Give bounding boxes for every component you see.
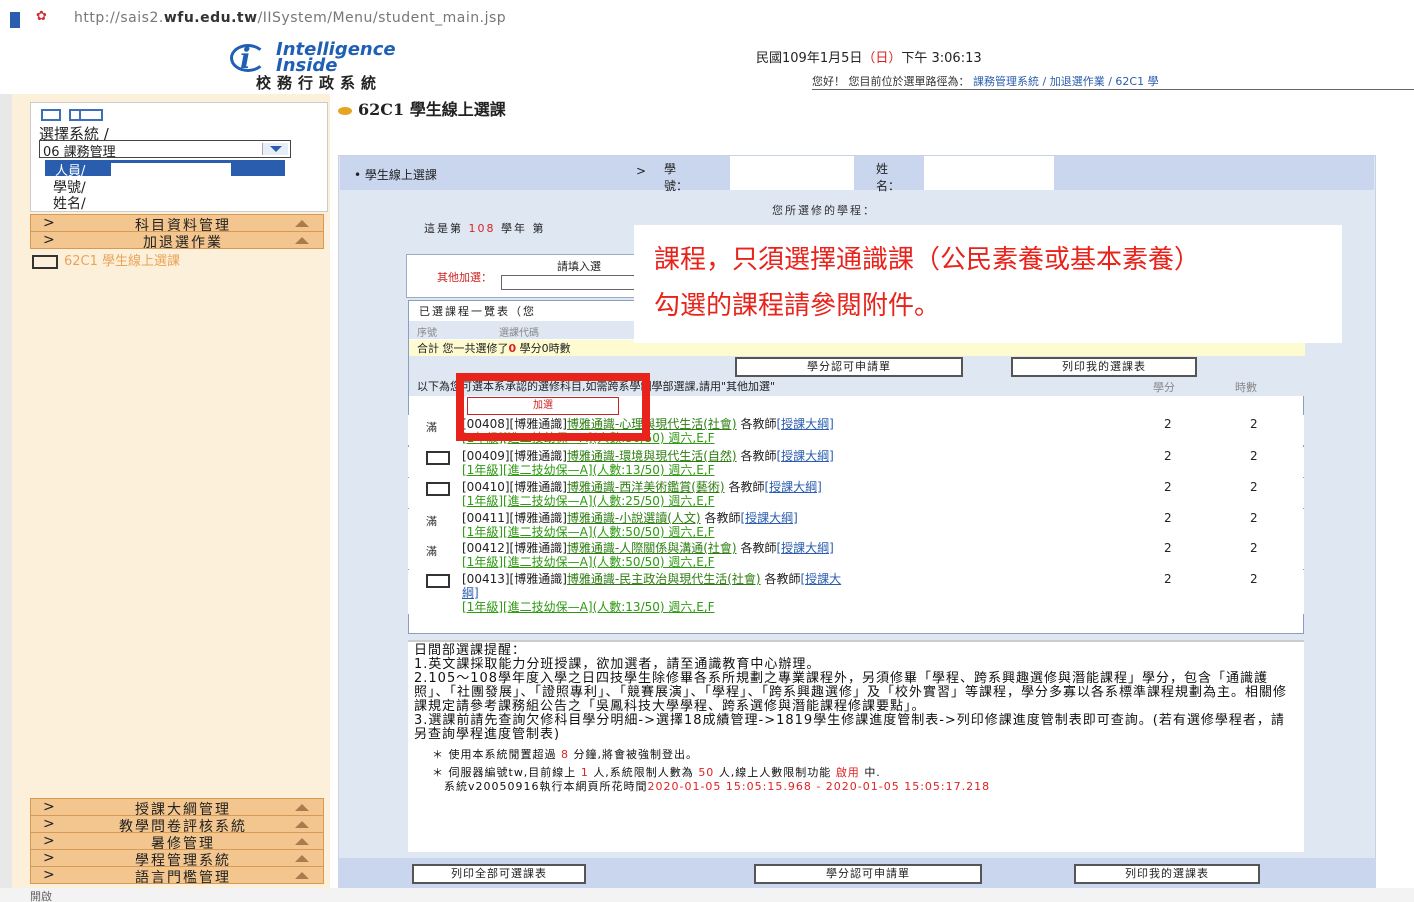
course-detail: [1年級][進二技幼保—A](人數:25/50) 週六,E,F [462,494,715,508]
course-checkbox[interactable] [426,574,450,588]
selected-list-header: 已選課程一覽表（您 [419,305,536,318]
print-mine-button[interactable]: 列印我的選課表 [1074,864,1260,884]
collapse-icon [295,838,309,845]
menu-language[interactable]: > 語言門檻管理 [30,866,324,886]
note-item: 2.105～108學年度入學之日四技學生除修畢各系所規劃之專業課程外，另須修畢「… [414,671,1288,714]
menu-course-data[interactable]: > 科目資料管理 [30,214,324,234]
collapse-icon [295,855,309,862]
credit-apply-button[interactable]: 學分認可申請單 [754,864,982,884]
timing-note: 系統v20050916執行本網頁所花時間2020-01-05 15:05:15.… [444,780,991,793]
student-info-bar: • 學生線上選課 > 學 號： 姓 名： [340,156,1374,193]
system-selector-box: 選擇系統 / 06 課務管理 人員/ 學號/ 姓名/ [30,102,328,212]
bar-arrow: > [636,164,647,178]
table-row: [00410][博雅通識]博雅通識-西洋美術鑑賞(藝術) 各教師[授課大綱] [… [408,478,1304,508]
menu-syllabus[interactable]: > 授課大綱管理 [30,798,324,818]
print-all-button[interactable]: 列印全部可選課表 [412,864,586,884]
menu-program[interactable]: > 學程管理系統 [30,849,324,869]
note-item: 3.選課前請先查詢欠修科目學分明細->選擇18成績管理->1819學生修課進度管… [414,713,1285,742]
window-split-icon[interactable] [69,109,103,121]
syllabus-link[interactable]: [授課大綱] [776,417,833,431]
notes-section: 日間部選課提醒： 1.英文課採取能力分班授課，欲加選者，請至通識教育中心辦理。 … [408,640,1304,852]
sidebar-edge [0,94,12,902]
note-item: 1.英文課採取能力分班授課，欲加選者，請至通識教育中心辦理。 [414,657,821,672]
syllabus-link[interactable]: [授課大綱] [776,541,833,555]
bar-label: • 學生線上選課 [354,168,437,182]
system-select-value: 06 課務管理 [43,145,116,160]
table-row: [00413][博雅通識]博雅通識-民主政治與現代生活(社會) 各教師[授課大 … [408,570,1304,614]
collapse-icon [295,804,309,811]
bottom-button-bar: 列印全部可選課表 學分認可申請單 列印我的選課表 [338,858,1376,888]
credit-apply-button[interactable]: 學分認可申請單 [735,357,963,377]
system-select[interactable]: 06 課務管理 [39,140,291,160]
menu-add-drop[interactable]: > 加退選作業 [30,231,324,251]
redacted-block [924,156,1054,190]
url-text[interactable]: http://sais2.wfu.edu.tw/IISystem/Menu/st… [74,10,506,26]
logo-text: Intelligence Inside [276,39,396,76]
student-name-label: 姓名/ [53,196,86,212]
chevron-down-icon[interactable] [262,143,288,155]
notes-title: 日間部選課提醒： [414,643,527,658]
favicon-icon: ✿ [36,9,47,24]
selected-columns: 序號 選課代碼 [409,321,635,339]
callout-line: 課程，只須選擇通識課（公民素養或基本素養） [654,245,1201,275]
window-small-icon[interactable] [41,109,61,121]
redacted-block [730,156,854,190]
term-line: 這是第 108 學年 第 [424,222,546,235]
sidebar-item-online-course[interactable]: 62C1 學生線上選課 [32,250,180,269]
idle-note: ＊ 使用本系統閒置超過 8 分鐘,將會被強制登出。 [432,748,698,761]
course-checkbox[interactable] [426,451,450,465]
collapse-icon [295,237,309,244]
syllabus-link[interactable]: [授課大綱] [740,511,797,525]
instruction-callout: 課程，只須選擇通識課（公民素養或基本素養） 勾選的課程請參閱附件。 [634,225,1342,343]
full-status: 滿 [426,545,437,558]
syllabus-link[interactable]: [授課大 [800,572,841,586]
print-mine-button[interactable]: 列印我的選課表 [1011,357,1197,377]
window-icon [10,12,20,28]
logo-i-icon: i [240,42,251,75]
datetime: 民國109年1月5日（日）下午 3:06:13 [756,51,982,66]
callout-line: 勾選的課程請參閱附件。 [654,291,941,321]
table-row: 滿 [00411][博雅通識]博雅通識-小說選讀(人文) 各教師[授課大綱] [… [408,509,1304,539]
system-name: 校務行政系統 [256,74,383,92]
course-detail: [1年級][進二技幼保—A](人數:13/50) 週六,E,F [462,600,715,614]
address-bar[interactable]: ✿ http://sais2.wfu.edu.tw/IISystem/Menu/… [0,0,1414,38]
syllabus-link[interactable]: [授課大綱] [776,449,833,463]
other-add-label: 其他加選： [437,271,492,284]
table-row: 滿 [00412][博雅通識]博雅通識-人際關係與溝通(社會) 各教師[授課大綱… [408,539,1304,569]
other-add-box: 請填入選 其他加選： [406,254,641,298]
other-add-hint: 請填入選 [557,260,601,273]
course-detail: [1年級][進二技幼保—A](人數:13/50) 週六,E,F [462,463,715,477]
breadcrumb: 您好！ 您目前位於選單路徑為： 課務管理系統 / 加退選作業 / 62C1 學 [812,70,1414,90]
page-title: 62C1 學生線上選課 [338,96,506,120]
table-row: [00409][博雅通識]博雅通識-環境與現代生活(自然) 各教師[授課大綱] … [408,447,1304,477]
printer-icon [32,254,58,269]
program-label: 您所選修的學程： [772,204,876,217]
bullet-icon [338,106,352,115]
collapse-icon [295,872,309,879]
course-link[interactable]: 博雅通識-民主政治與現代生活(社會) [567,572,761,586]
redacted-block [111,163,231,207]
other-add-input[interactable] [501,275,641,290]
student-name-label: 姓 名： [876,162,901,193]
full-status: 滿 [426,515,437,528]
course-detail: [1年級][進二技幼保—A](人數:50/50) 週六,E,F [462,555,715,569]
collapse-icon [295,220,309,227]
menu-summer[interactable]: > 暑修管理 [30,832,324,852]
course-checkbox[interactable] [426,482,450,496]
collapse-icon [295,821,309,828]
syllabus-link[interactable]: [授課大綱] [764,480,821,494]
course-detail: [1年級][進二技幼保—A](人數:50/50) 週六,E,F [462,525,715,539]
server-note: ＊ 伺服器編號tw,目前線上 1 人,系統限制人數為 50 人,線上人數限制功能… [432,766,881,779]
menu-survey[interactable]: > 教學問卷評核系統 [30,815,324,835]
highlight-box [456,373,650,441]
status-bar: 開啟 [0,888,1414,902]
logo: i Intelligence Inside 校務行政系統 [226,40,486,95]
full-status: 滿 [426,421,437,434]
student-no-label: 學 號： [664,162,689,193]
